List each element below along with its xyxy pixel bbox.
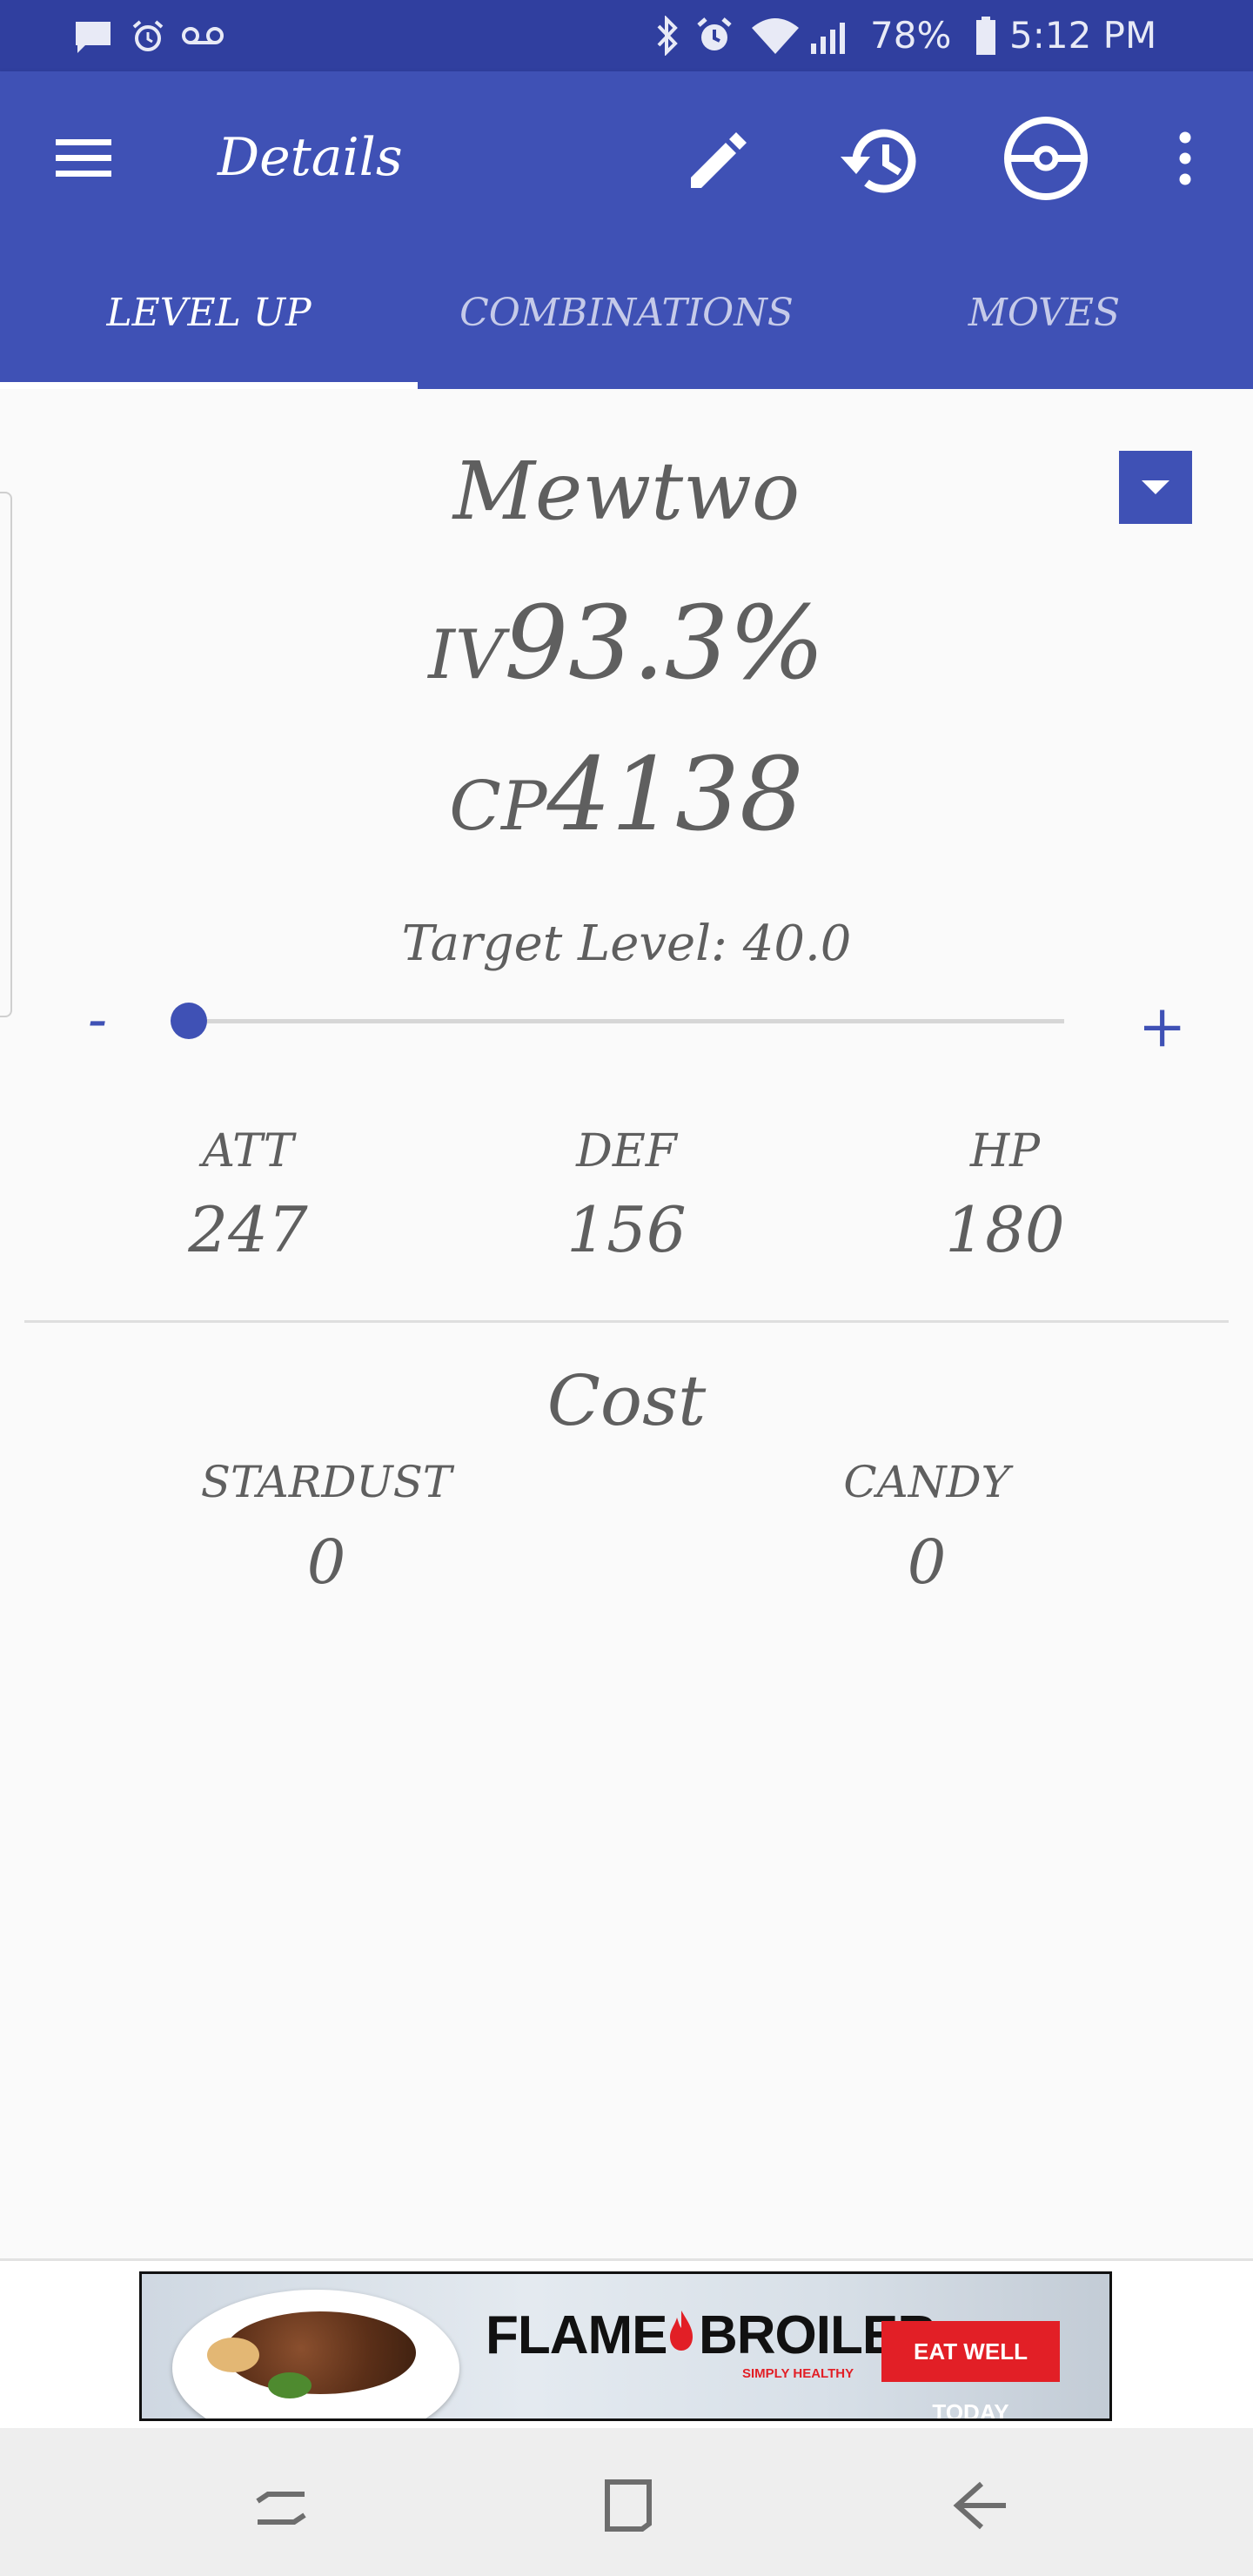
tab-level-up[interactable]: LEVEL UP xyxy=(0,244,418,389)
menu-icon[interactable] xyxy=(52,136,115,181)
ad-food-rice xyxy=(207,2338,259,2372)
more-vert-icon[interactable] xyxy=(1169,131,1201,186)
history-icon[interactable] xyxy=(837,122,924,200)
stat-label-def: DEF xyxy=(576,1125,677,1177)
ad-food-greens xyxy=(268,2372,312,2398)
system-nav-bar xyxy=(0,2428,1253,2576)
recent-apps-icon[interactable] xyxy=(251,2479,312,2536)
pokemon-dropdown-button[interactable] xyxy=(1119,451,1192,524)
message-icon xyxy=(76,22,111,53)
alarm-icon xyxy=(132,20,164,51)
iv-value: 93.3% xyxy=(504,585,825,702)
clock: 5:12 PM xyxy=(1009,14,1157,57)
ad-banner[interactable]: FLAME BROILER SIMPLY HEALTHY EAT WELL TO… xyxy=(139,2271,1112,2421)
cp-prefix: CP xyxy=(449,768,547,846)
battery-icon xyxy=(976,17,995,55)
cost-value-candy: 0 xyxy=(907,1526,947,1598)
cost-value-stardust: 0 xyxy=(306,1526,346,1598)
level-decrease-button[interactable]: - xyxy=(77,985,118,1055)
signal-icon xyxy=(811,23,845,54)
home-icon[interactable] xyxy=(599,2475,654,2532)
stat-label-att: ATT xyxy=(202,1125,294,1177)
tab-indicator xyxy=(0,382,418,389)
alarm-icon xyxy=(697,17,732,50)
cp-display: CP4138 xyxy=(278,736,975,854)
pokeball-icon[interactable] xyxy=(1002,115,1089,202)
edit-icon[interactable] xyxy=(684,125,754,195)
status-bar: 78% 5:12 PM xyxy=(0,0,1253,71)
cp-value: 4138 xyxy=(546,736,804,854)
bluetooth-icon xyxy=(657,16,678,56)
stat-label-hp: HP xyxy=(969,1125,1041,1177)
target-level-label: Target Level: 40.0 xyxy=(401,916,852,972)
ad-brand-left: FLAME xyxy=(486,2305,668,2365)
app-bar: Details xyxy=(0,71,1253,244)
voicemail-icon xyxy=(182,27,224,44)
stat-value-att: 247 xyxy=(188,1193,308,1266)
flame-icon xyxy=(670,2311,693,2351)
tab-moves[interactable]: MOVES xyxy=(835,244,1253,389)
level-increase-button[interactable]: + xyxy=(1138,992,1186,1062)
tab-combinations[interactable]: COMBINATIONS xyxy=(418,244,835,389)
drawer-handle[interactable] xyxy=(0,492,12,1017)
stat-value-def: 156 xyxy=(566,1193,687,1266)
ad-tagline: SIMPLY HEALTHY xyxy=(742,2366,854,2381)
chevron-down-icon xyxy=(1142,480,1169,494)
level-slider-thumb[interactable] xyxy=(171,1003,207,1039)
level-slider[interactable] xyxy=(190,1019,1064,1023)
stat-value-hp: 180 xyxy=(945,1193,1065,1266)
back-icon[interactable] xyxy=(950,2479,1011,2532)
iv-prefix: IV xyxy=(428,616,505,694)
page-title: Details xyxy=(218,127,403,188)
wifi-icon xyxy=(752,18,799,54)
battery-percent: 78% xyxy=(870,14,952,57)
cost-title: Cost xyxy=(546,1360,707,1441)
cost-label-candy: CANDY xyxy=(843,1457,1010,1507)
iv-display: IV93.3% xyxy=(278,585,975,702)
ad-food-bowl xyxy=(172,2290,459,2418)
ad-cta-button[interactable]: EAT WELL TODAY xyxy=(881,2321,1060,2418)
cost-label-stardust: STARDUST xyxy=(200,1457,452,1507)
tab-bar: LEVEL UP COMBINATIONS MOVES xyxy=(0,244,1253,389)
divider xyxy=(24,1320,1229,1323)
pokemon-name: Mewtwo xyxy=(452,445,801,538)
